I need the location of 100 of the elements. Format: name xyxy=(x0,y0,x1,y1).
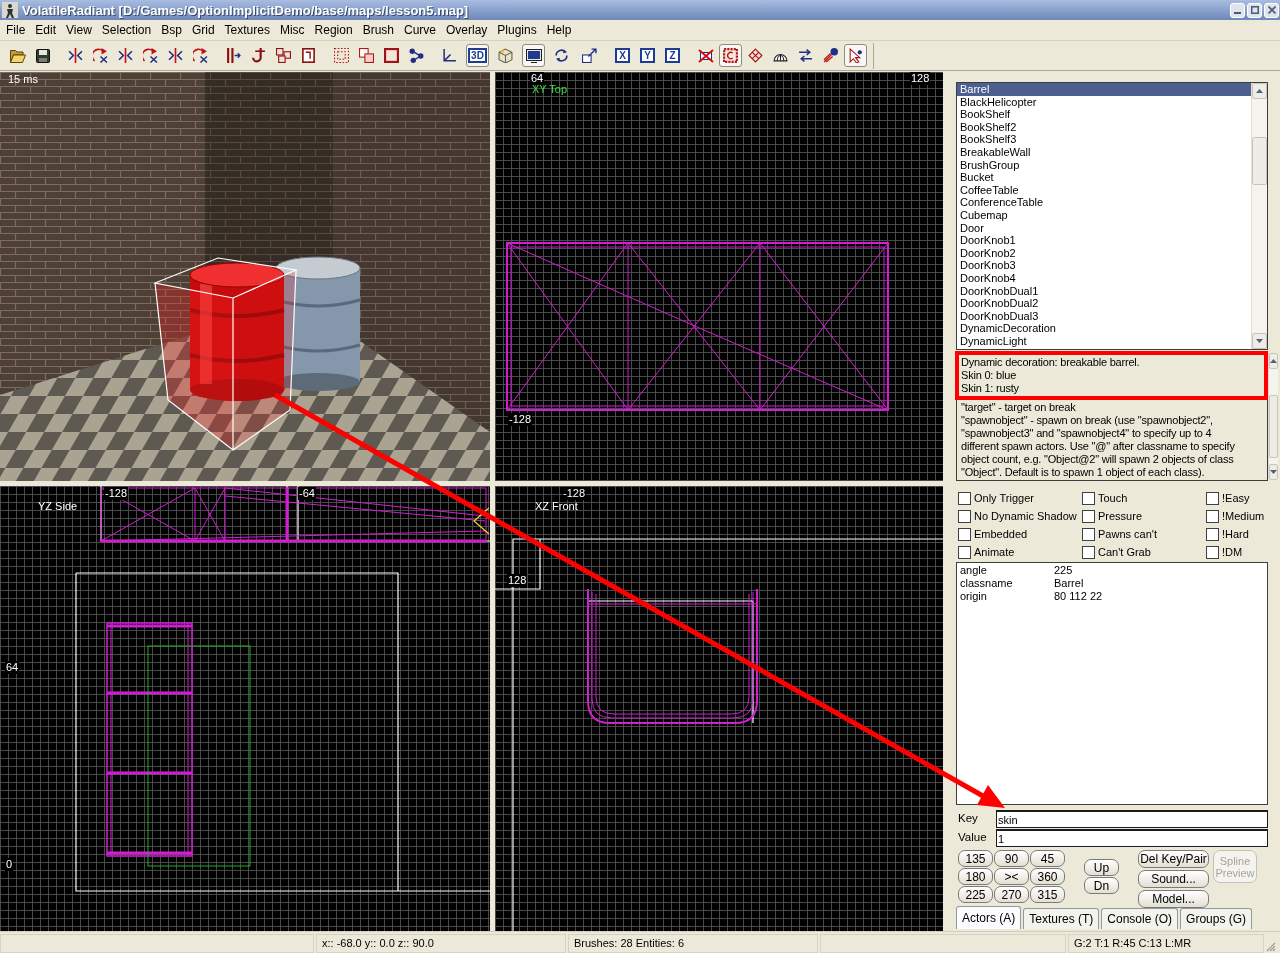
menu-item[interactable]: Bsp xyxy=(156,21,187,39)
flag-checkbox[interactable]: !Hard xyxy=(1206,525,1268,543)
flag-checkbox[interactable]: !Medium xyxy=(1206,507,1268,525)
tab[interactable]: Console (O) xyxy=(1101,908,1179,929)
menu-item[interactable]: Overlay xyxy=(441,21,493,39)
list-item[interactable]: CoffeeTable xyxy=(957,183,1251,197)
toolbar-button[interactable]: 3D xyxy=(466,44,489,67)
resize-grip-icon xyxy=(1266,942,1276,952)
menu-item[interactable]: File xyxy=(1,21,31,39)
list-item[interactable]: BreakableWall xyxy=(957,145,1251,159)
square-frame-icon xyxy=(384,48,399,63)
toolbar-button[interactable] xyxy=(522,44,545,67)
flag-checkbox[interactable]: Can't Grab xyxy=(1082,543,1206,561)
angle-button[interactable]: 135 xyxy=(958,850,993,867)
flag-checkbox[interactable]: No Dynamic Shadow xyxy=(958,507,1082,525)
flag-checkbox[interactable]: Animate xyxy=(958,543,1082,561)
menu-item[interactable]: Curve xyxy=(399,21,441,39)
menu-item[interactable]: Plugins xyxy=(492,21,542,39)
scroll-down-button[interactable] xyxy=(1269,464,1278,480)
flag-checkbox[interactable]: Embedded xyxy=(958,525,1082,543)
tab[interactable]: Actors (A) xyxy=(956,906,1022,929)
angle-button[interactable]: 270 xyxy=(994,886,1029,903)
menu-item[interactable]: Selection xyxy=(96,21,157,39)
list-item[interactable]: BookShelf2 xyxy=(957,120,1251,134)
tab[interactable]: Groups (G) xyxy=(1180,908,1253,929)
property-key: origin xyxy=(957,590,1054,603)
action-button[interactable]: Model... xyxy=(1138,890,1209,908)
scroll-thumb[interactable] xyxy=(1252,137,1267,185)
action-button[interactable]: Sound... xyxy=(1138,870,1209,888)
list-item[interactable]: DynamicLight xyxy=(957,334,1251,348)
toolbar-button[interactable]: Y xyxy=(636,44,659,67)
ruler-label: 64 xyxy=(530,72,545,85)
order-button[interactable]: Dn xyxy=(1084,877,1119,894)
view-title: YZ Side xyxy=(38,500,78,513)
toolbar-button[interactable] xyxy=(844,44,867,67)
maximize-button[interactable] xyxy=(1247,2,1262,18)
flag-checkbox[interactable]: Touch xyxy=(1082,489,1206,507)
scroll-down-button[interactable] xyxy=(1252,333,1267,349)
tab[interactable]: Textures (T) xyxy=(1023,908,1100,929)
list-item[interactable]: DoorKnob1 xyxy=(957,234,1251,247)
list-item[interactable]: Bucket xyxy=(957,171,1251,184)
list-item[interactable]: DoorKnobDual1 xyxy=(957,284,1251,298)
list-item[interactable]: Barrel xyxy=(957,83,1251,96)
action-button[interactable]: Del Key/Pair xyxy=(1138,850,1209,868)
list-item[interactable]: ConferenceTable xyxy=(957,196,1251,209)
status-field: Brushes: 28 Entities: 6 xyxy=(568,934,818,953)
camera-marker-icon xyxy=(473,507,490,535)
menu-item[interactable]: Help xyxy=(541,21,577,39)
angle-button[interactable]: >< xyxy=(994,868,1029,885)
list-item[interactable]: DoorKnob4 xyxy=(957,271,1251,285)
toolbar-button[interactable]: Z xyxy=(661,44,684,67)
scroll-up-button[interactable] xyxy=(1252,83,1267,99)
scroll-thumb[interactable] xyxy=(1269,395,1278,458)
angle-button[interactable]: 225 xyxy=(958,886,993,903)
menu-item[interactable]: Brush xyxy=(357,21,399,39)
menu-item[interactable]: Edit xyxy=(30,21,62,39)
flag-checkbox[interactable]: !Easy xyxy=(1206,489,1268,507)
mirror-icon xyxy=(168,48,183,63)
minimize-button[interactable] xyxy=(1230,2,1245,18)
angle-button[interactable]: 180 xyxy=(958,868,993,885)
flag-checkbox[interactable]: Pressure xyxy=(1082,507,1206,525)
vertex-icon xyxy=(409,48,424,63)
axes-icon xyxy=(442,48,457,63)
bars-arrow-icon xyxy=(226,48,241,63)
toolbar-button[interactable] xyxy=(719,44,742,67)
list-item[interactable]: BookShelf xyxy=(957,108,1251,121)
pointer-icon xyxy=(848,48,863,63)
list-item[interactable]: DynamicDecoration xyxy=(957,322,1251,335)
menu-item[interactable]: Region xyxy=(309,21,358,39)
list-item[interactable]: BrushGroup xyxy=(957,158,1251,172)
list-item[interactable]: DoorKnobDual2 xyxy=(957,297,1251,310)
list-item[interactable]: Door xyxy=(957,221,1251,235)
scroll-up-button[interactable] xyxy=(1269,353,1278,369)
key-field[interactable]: skin xyxy=(996,810,1268,828)
menu-item[interactable]: Textures xyxy=(219,21,275,39)
close-button[interactable] xyxy=(1264,2,1279,18)
ruler-label: -128 xyxy=(562,487,587,500)
status-field: x:: -68.0 y:: 0.0 z:: 90.0 xyxy=(316,934,566,953)
list-item[interactable]: DoorKnob3 xyxy=(957,259,1251,272)
angle-button[interactable]: 90 xyxy=(994,850,1029,867)
flag-checkbox[interactable]: !DM xyxy=(1206,543,1268,561)
list-item[interactable]: Cubemap xyxy=(957,208,1251,222)
property-value: 225 xyxy=(1054,564,1073,577)
angle-button[interactable]: 360 xyxy=(1030,868,1065,885)
menu-item[interactable]: View xyxy=(61,21,97,39)
angle-button[interactable]: 315 xyxy=(1030,886,1065,903)
value-field[interactable]: 1 xyxy=(996,829,1268,847)
flag-checkbox[interactable]: Pawns can't xyxy=(1082,525,1206,543)
ruler-label: -64 xyxy=(298,487,316,500)
flag-checkbox[interactable]: Only Trigger xyxy=(958,489,1082,507)
angle-button[interactable]: 45 xyxy=(1030,850,1065,867)
diamond-grid-icon xyxy=(748,48,763,63)
list-item[interactable]: BookShelf3 xyxy=(957,133,1251,146)
list-item[interactable]: BlackHelicopter xyxy=(957,95,1251,109)
toolbar-button[interactable]: X xyxy=(611,44,634,67)
list-item[interactable]: DoorKnob2 xyxy=(957,246,1251,260)
order-button[interactable]: Up xyxy=(1084,859,1119,876)
menu-item[interactable]: Grid xyxy=(186,21,220,39)
list-item[interactable]: DoorKnobDual3 xyxy=(957,309,1251,323)
menu-item[interactable]: Misc xyxy=(274,21,310,39)
